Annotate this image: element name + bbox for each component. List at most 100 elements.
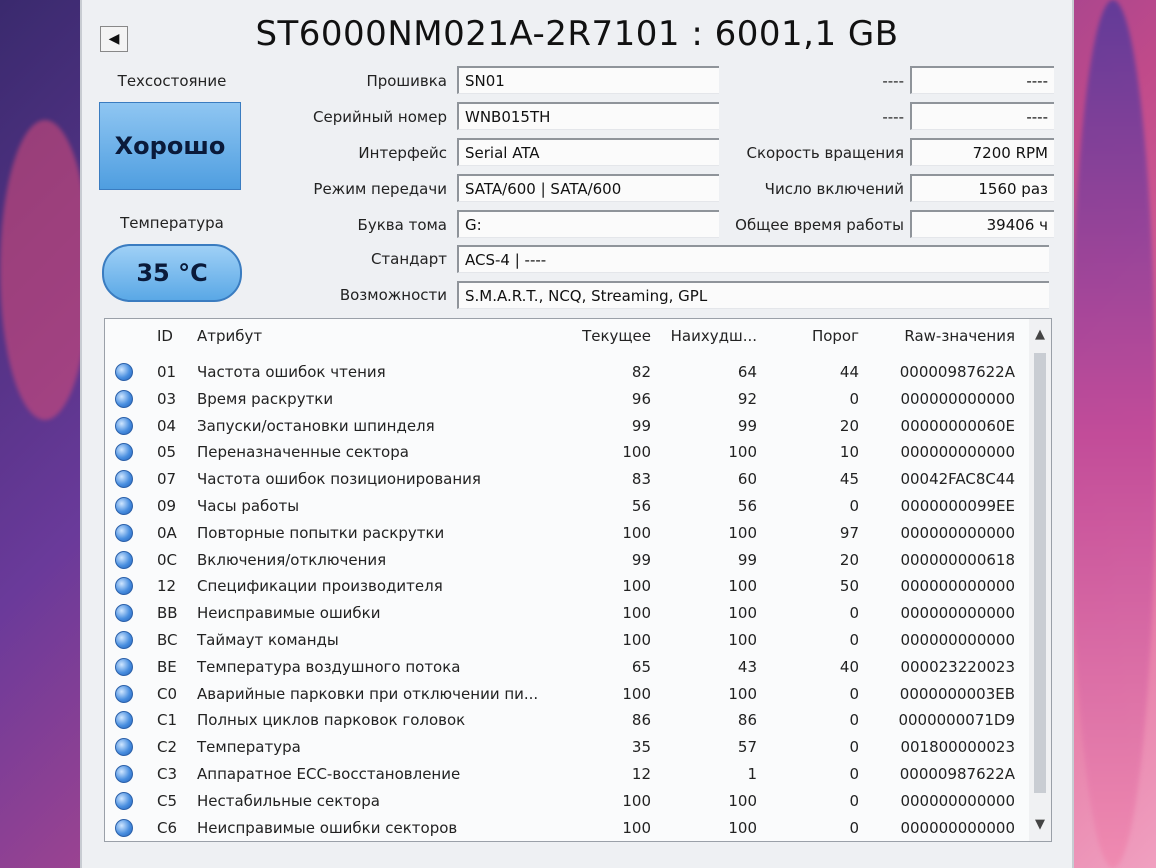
column-header-attribute[interactable]: Атрибут [197, 327, 262, 345]
table-row[interactable]: 12 Спецификации производителя 100 100 50 0000… [105, 573, 1035, 599]
cell-worst: 100 [728, 631, 757, 649]
interface-label: Интерфейс [358, 144, 447, 162]
cell-threshold: 44 [839, 363, 859, 381]
power-count-field: 1560 раз [910, 174, 1054, 202]
cell-current: 100 [622, 604, 651, 623]
cell-raw: 0000000099EE [900, 497, 1015, 515]
table-row[interactable]: C0 Аварийные парковки при отключении пи..… [105, 681, 1035, 707]
cell-current: 100 [622, 577, 651, 596]
status-dot-icon [115, 711, 133, 730]
cell-id: 04 [157, 416, 177, 435]
cell-threshold: 0 [849, 711, 859, 730]
cell-attribute: Аварийные парковки при отключении пи... [197, 684, 539, 703]
health-label: Техсостояние [117, 72, 227, 90]
scrollbar-thumb[interactable] [1034, 353, 1046, 793]
cell-worst: 1 [747, 765, 757, 783]
drive-title: ST6000NM021A-2R7101 : 6001,1 GB [255, 14, 899, 54]
cell-worst: 56 [737, 497, 757, 515]
cell-id: C1 [157, 711, 178, 730]
cell-worst: 100 [728, 818, 757, 837]
cell-worst: 57 [737, 738, 757, 757]
cell-threshold: 20 [839, 550, 859, 569]
firmware-label: Прошивка [366, 72, 447, 90]
chevron-down-icon[interactable]: ▼ [1029, 817, 1051, 837]
cell-threshold: 20 [839, 416, 859, 435]
cell-id: C6 [157, 818, 178, 837]
power-count-label: Число включений [764, 180, 904, 198]
table-row[interactable]: C5 Нестабильные сектора 100 100 0 00000000000… [105, 788, 1035, 814]
cell-attribute: Таймаут команды [197, 631, 339, 649]
vertical-scrollbar[interactable]: ▲ ▼ [1029, 319, 1051, 841]
cell-attribute: Время раскрутки [197, 389, 334, 408]
cell-threshold: 97 [839, 523, 859, 542]
table-row[interactable]: 01 Частота ошибок чтения 82 64 44 00000987622… [105, 359, 1035, 385]
health-status-badge[interactable]: Хорошо [99, 102, 241, 190]
cell-worst: 99 [737, 550, 757, 569]
table-row[interactable]: C6 Неисправимые ошибки секторов 100 100 0 000… [105, 815, 1035, 841]
table-row[interactable]: BC Таймаут команды 100 100 0 000000000000 [105, 627, 1035, 653]
cell-attribute: Аппаратное ECC-восстановление [197, 765, 461, 783]
smart-attributes-table[interactable]: ID Атрибут Текущее Наихудш... Порог Raw-… [104, 318, 1052, 842]
table-header: ID Атрибут Текущее Наихудш... Порог Raw-… [105, 327, 1051, 351]
cell-id: C2 [157, 738, 178, 757]
cell-current: 100 [622, 631, 651, 649]
table-row[interactable]: 09 Часы работы 56 56 0 0000000099EE [105, 493, 1035, 519]
cell-threshold: 0 [849, 684, 859, 703]
transfer-mode-field: SATA/600 | SATA/600 [457, 174, 719, 202]
cell-threshold: 0 [849, 765, 859, 783]
cell-current: 82 [631, 363, 651, 381]
cell-worst: 100 [728, 791, 757, 810]
table-row[interactable]: 04 Запуски/остановки шпинделя 99 99 20 000000… [105, 413, 1035, 439]
features-field: S.M.A.R.T., NCQ, Streaming, GPL [457, 281, 1049, 309]
cell-worst: 100 [728, 684, 757, 703]
table-row[interactable]: 05 Переназначенные сектора 100 100 10 0000000… [105, 439, 1035, 465]
status-dot-icon [115, 631, 133, 649]
cell-id: 12 [157, 577, 177, 596]
cell-threshold: 0 [849, 631, 859, 649]
cell-attribute: Спецификации производителя [197, 577, 443, 596]
cell-raw: 000000000000 [900, 604, 1015, 623]
cell-worst: 99 [737, 416, 757, 435]
column-header-worst[interactable]: Наихудш... [661, 327, 757, 345]
temperature-badge[interactable]: 35 °C [102, 244, 242, 302]
table-row[interactable]: C1 Полных циклов парковок головок 86 86 0 000… [105, 707, 1035, 733]
table-row[interactable]: 0C Включения/отключения 99 99 20 000000000618 [105, 547, 1035, 573]
column-header-threshold[interactable]: Порог [765, 327, 859, 345]
status-dot-icon [115, 550, 133, 569]
cell-raw: 00042FAC8C44 [900, 470, 1015, 489]
cell-threshold: 0 [849, 818, 859, 837]
status-dot-icon [115, 363, 133, 381]
cell-worst: 100 [728, 523, 757, 542]
table-row[interactable]: 07 Частота ошибок позиционирования 83 60 45 0… [105, 466, 1035, 492]
cell-id: 01 [157, 363, 177, 381]
cell-raw: 000000000000 [900, 791, 1015, 810]
table-row[interactable]: 0A Повторные попытки раскрутки 100 100 97 000… [105, 520, 1035, 546]
column-header-current[interactable]: Текущее [555, 327, 651, 345]
reserved-field-2: ---- [910, 102, 1054, 130]
table-row[interactable]: C3 Аппаратное ECC-восстановление 12 1 0 00000… [105, 761, 1035, 787]
cell-attribute: Неисправимые ошибки секторов [197, 818, 458, 837]
cell-id: BC [157, 631, 178, 649]
power-hours-field: 39406 ч [910, 210, 1054, 238]
cell-id: 0A [157, 523, 177, 542]
cell-attribute: Неисправимые ошибки [197, 604, 381, 623]
firmware-field: SN01 [457, 66, 719, 94]
table-row[interactable]: BE Температура воздушного потока 65 43 40 000… [105, 654, 1035, 680]
cell-raw: 00000000060E [900, 416, 1015, 435]
cell-current: 100 [622, 791, 651, 810]
table-row[interactable]: 03 Время раскрутки 96 92 0 000000000000 [105, 386, 1035, 412]
table-row[interactable]: BB Неисправимые ошибки 100 100 0 000000000000 [105, 600, 1035, 626]
cell-raw: 000000000618 [900, 550, 1015, 569]
column-header-raw[interactable]: Raw-значения [875, 327, 1015, 345]
cell-attribute: Повторные попытки раскрутки [197, 523, 445, 542]
cell-raw: 00000987622A [899, 765, 1015, 783]
app-window: ◀ ST6000NM021A-2R7101 : 6001,1 GB Техсос… [80, 0, 1074, 868]
cell-raw: 000000000000 [900, 631, 1015, 649]
chevron-up-icon[interactable]: ▲ [1029, 327, 1051, 347]
column-header-id[interactable]: ID [157, 327, 173, 345]
cell-raw: 0000000003EB [899, 684, 1015, 703]
table-row[interactable]: C2 Температура 35 57 0 001800000023 [105, 734, 1035, 760]
status-dot-icon [115, 389, 133, 408]
cell-raw: 000000000000 [900, 818, 1015, 837]
status-dot-icon [115, 470, 133, 489]
